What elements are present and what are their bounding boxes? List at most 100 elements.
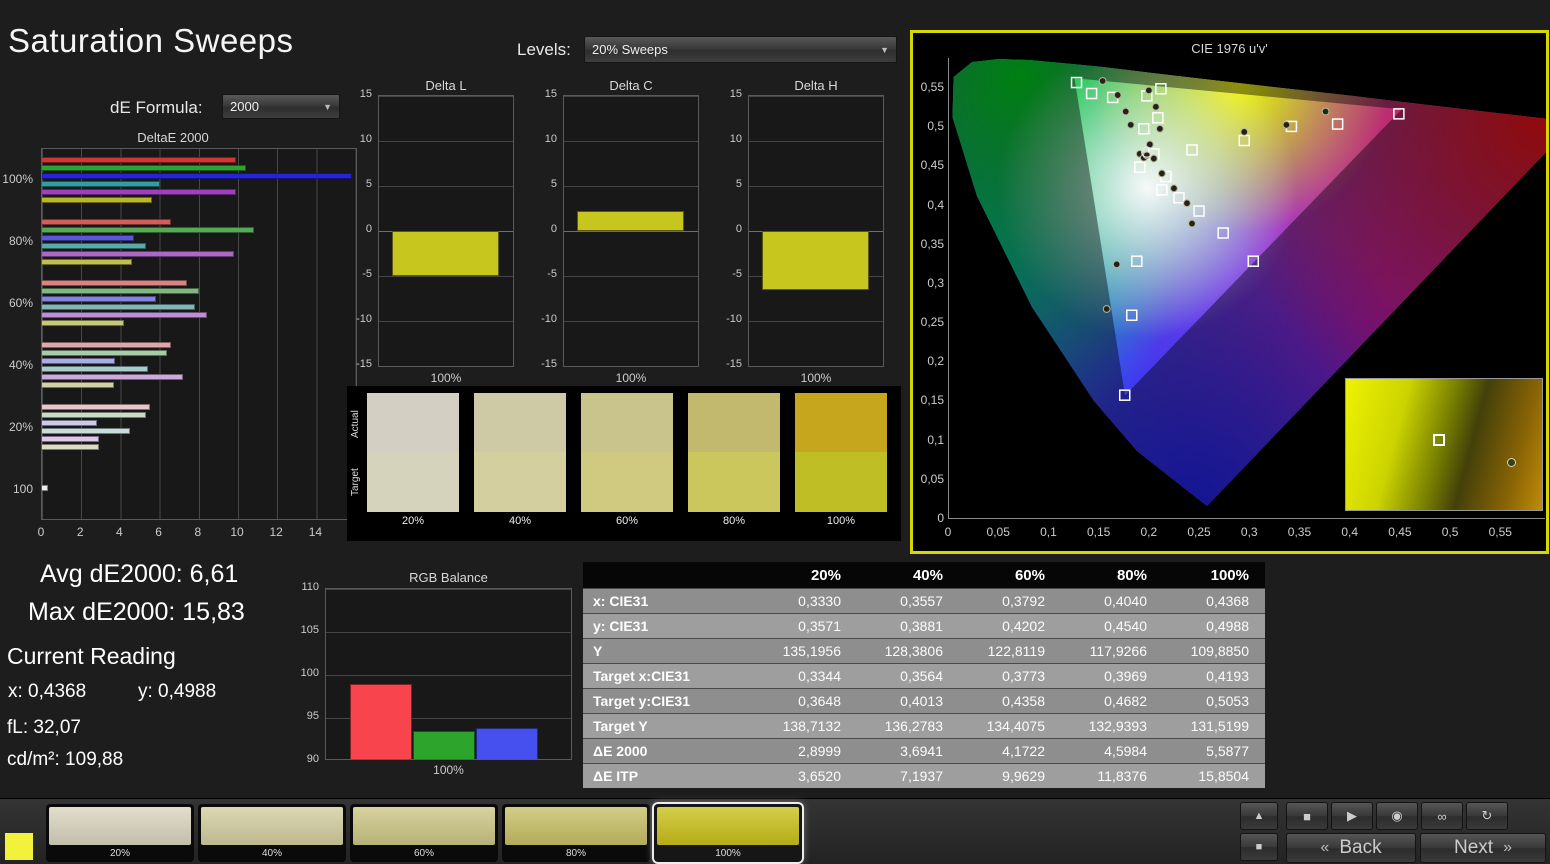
continuous-button[interactable]: ∞ <box>1421 802 1463 830</box>
bar-group <box>42 457 356 519</box>
swatch-level-label: 80% <box>688 512 780 530</box>
delta-h-chart: Delta H 151050-5-10-15 100% <box>722 78 886 386</box>
table-cell: 11,8376 <box>1061 763 1163 788</box>
x-tick-label: 8 <box>194 525 201 539</box>
de-bar <box>42 342 171 348</box>
chart-title: Delta H <box>748 78 884 93</box>
target-swatch <box>688 452 780 512</box>
y-tick-label: -10 <box>356 313 372 325</box>
y-tick-label: 95 <box>307 710 319 722</box>
delta-c-chart: Delta C 151050-5-10-15 100% <box>537 78 701 386</box>
de-bar <box>42 288 199 294</box>
table-cell: 5,5877 <box>1163 738 1265 763</box>
measured-point <box>1171 185 1178 192</box>
sweep-thumbnail[interactable]: 20% <box>46 804 194 862</box>
y-tick-label: 60% <box>8 272 37 334</box>
rgb-bar-green <box>413 731 475 759</box>
y-tick-label: 100% <box>8 148 37 210</box>
x-tick-label: 0,45 <box>1388 525 1411 539</box>
rgb-bar-blue <box>476 728 538 759</box>
de-formula-dropdown[interactable]: 2000 ▼ <box>222 94 340 119</box>
measured-point <box>1099 78 1106 85</box>
reading-fl: fL: 32,07 <box>7 717 81 739</box>
de-formula-value: 2000 <box>230 99 259 114</box>
de-bar <box>42 366 148 372</box>
de-bar <box>42 404 150 410</box>
patch-window-button[interactable]: ■ <box>1240 833 1278 861</box>
measured-point <box>1145 87 1152 94</box>
table-cell: 128,3806 <box>857 638 959 663</box>
loop-button[interactable]: ↻ <box>1466 802 1508 830</box>
measured-point <box>1150 155 1157 162</box>
aperture-button[interactable]: ◉ <box>1376 802 1418 830</box>
de-bar <box>42 382 114 388</box>
chevron-down-icon: ▼ <box>872 45 889 55</box>
sweep-thumbnail[interactable]: 100% <box>654 804 802 862</box>
deltae-xlabels: 02468101214 <box>41 525 357 541</box>
x-tick-label: 0,55 <box>1489 525 1512 539</box>
y-tick-label: -15 <box>541 358 557 370</box>
y-tick-label: 40% <box>8 334 37 396</box>
y-tick-label: 0,1 <box>913 433 944 447</box>
measured-point <box>1152 103 1159 110</box>
x-tick-label: 10 <box>230 525 243 539</box>
measured-point <box>1184 200 1191 207</box>
measured-point <box>1122 108 1129 115</box>
table-cell: 2,8999 <box>755 738 857 763</box>
thumbnail-patch <box>657 807 799 845</box>
thumbnail-label: 60% <box>353 845 495 861</box>
y-tick-label: 10 <box>360 133 372 145</box>
de-bar <box>42 157 236 163</box>
y-tick-label: 0,35 <box>913 237 944 251</box>
table-cell: 0,4682 <box>1061 688 1163 713</box>
table-cell: 0,4540 <box>1061 613 1163 638</box>
de-bar <box>42 350 167 356</box>
table-cell: 0,3571 <box>755 613 857 638</box>
actual-swatch <box>474 393 566 452</box>
table-cell: 3,6941 <box>857 738 959 763</box>
swatch-column: 20% <box>367 393 459 530</box>
target-swatch <box>474 452 566 512</box>
target-swatch <box>581 452 673 512</box>
table-cell: 0,3969 <box>1061 663 1163 688</box>
deltae-chart: DeltaE 2000 100%80%60%40%20%100 02468101… <box>8 128 352 542</box>
sweep-thumbnail[interactable]: 60% <box>350 804 498 862</box>
target-swatch <box>367 452 459 512</box>
table-cell: 0,3330 <box>755 588 857 613</box>
y-tick-label: 15 <box>730 88 742 100</box>
cie-panel: CIE 1976 u'v' <box>910 30 1549 554</box>
table-cell: 0,4013 <box>857 688 959 713</box>
table-cell: 0,4988 <box>1163 613 1265 638</box>
table-cell: 0,4202 <box>959 613 1061 638</box>
de-bar <box>42 235 134 241</box>
deltae-plot <box>41 148 357 520</box>
measured-point <box>1156 125 1163 132</box>
y-tick-label: 10 <box>730 133 742 145</box>
collapse-button[interactable]: ▲ <box>1240 802 1278 830</box>
stop-button[interactable]: ■ <box>1286 802 1328 830</box>
table-cell: 0,3773 <box>959 663 1061 688</box>
de-bar <box>42 251 234 257</box>
next-button[interactable]: Next » <box>1420 833 1546 863</box>
avg-de2000: Avg dE2000: 6,61 <box>40 560 238 589</box>
table-cell: 4,5984 <box>1061 738 1163 763</box>
de-bar <box>42 197 152 203</box>
levels-dropdown[interactable]: 20% Sweeps ▼ <box>584 36 897 63</box>
bar-group <box>42 272 356 334</box>
sweep-thumbnail[interactable]: 80% <box>502 804 650 862</box>
y-tick-label: 0,2 <box>913 354 944 368</box>
de-bar <box>42 412 146 418</box>
column-header: 80% <box>1061 562 1163 588</box>
swatch-compare-panel: Actual Target 20%40%60%80%100% <box>347 386 901 541</box>
play-button[interactable]: ▶ <box>1331 802 1373 830</box>
swatch-level-label: 20% <box>367 512 459 530</box>
chevron-right-icon: » <box>1503 839 1512 857</box>
measured-point <box>1103 306 1110 313</box>
x-tick-label: 0,2 <box>1140 525 1157 539</box>
sweep-thumbnail[interactable]: 40% <box>198 804 346 862</box>
row-label: Target x:CIE31 <box>583 663 755 688</box>
back-button[interactable]: « Back <box>1286 833 1416 863</box>
y-tick-label: 15 <box>360 88 372 100</box>
table-cell: 15,8504 <box>1163 763 1265 788</box>
measured-point <box>1113 261 1120 268</box>
